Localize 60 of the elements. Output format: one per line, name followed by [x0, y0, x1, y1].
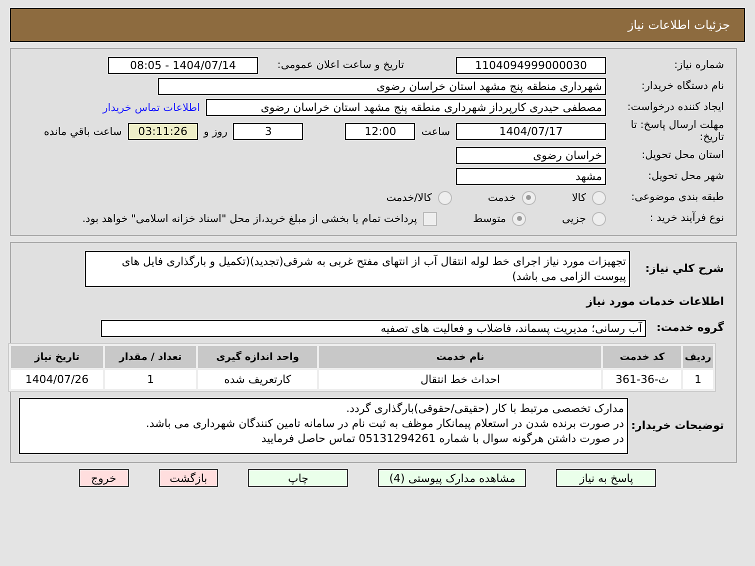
announce-date-field[interactable]: 1404/07/14 - 08:05 [108, 57, 258, 74]
field-label: توضیحات خریدار: [634, 420, 724, 432]
city-field[interactable]: مشهد [456, 168, 606, 186]
table-cell: 1 [683, 370, 713, 390]
column-header: نام خدمت [319, 346, 602, 368]
radio-button[interactable] [512, 212, 526, 226]
column-header: ردیف [683, 346, 713, 368]
radio-button[interactable] [438, 190, 452, 205]
action-button[interactable]: مشاهده مدارک پیوستی (4) [378, 469, 526, 488]
radio-button[interactable] [592, 212, 606, 226]
column-header: تاریخ نیاز [11, 346, 103, 368]
column-header: کد خدمت [603, 346, 681, 368]
days-field[interactable]: 3 [233, 123, 304, 140]
field-label: ایجاد کننده درخواست: [626, 102, 724, 114]
days-label: روز و [204, 126, 228, 138]
deadline-date-field[interactable]: 1404/07/17 [456, 123, 606, 140]
table-cell: کارتعریف شده [198, 370, 318, 390]
radio-label: کالا [572, 192, 586, 204]
radio-label: خدمت [488, 192, 516, 204]
field-label: شماره نیاز: [673, 60, 724, 72]
need-number-field[interactable]: 1104094999000030 [456, 57, 606, 74]
remaining-label: ساعت باقي مانده [44, 126, 122, 138]
column-header: تعداد / مقدار [104, 346, 196, 368]
radio-label: کالا/خدمت [386, 192, 432, 204]
field-label: شرح کلي نیاز: [644, 262, 724, 276]
table-cell: ث-36-361 [603, 370, 681, 390]
service-group-field[interactable]: آب رسانی؛ مدیریت پسماند، فاضلاب و فعالیت های تصفیه [101, 320, 646, 338]
table-cell: 1404/07/26 [11, 370, 103, 390]
remaining-time-field: 03:11:26 [128, 123, 198, 140]
field-label: تاریخ و ساعت اعلان عمومی: [276, 60, 404, 72]
radio-button[interactable] [522, 190, 536, 205]
contact-link[interactable]: اطلاعات تماس خریدار [102, 102, 200, 114]
action-button[interactable]: پاسخ به نیاز [556, 469, 656, 488]
action-button[interactable]: چاپ [248, 469, 348, 488]
field-label: استان محل تحویل: [640, 150, 724, 162]
time-label: ساعت [421, 126, 450, 138]
creator-field[interactable]: مصطفی حیدری کارپرداز شهرداری منطقه پنج مشهد استان خراسان رضوی [206, 99, 606, 116]
checkbox[interactable] [423, 212, 438, 226]
column-header: واحد اندازه گیری [198, 346, 318, 368]
radio-label: متوسط [473, 212, 506, 225]
radio-label: جزیی [562, 212, 586, 225]
table-cell: 1 [104, 370, 196, 390]
field-label: طبقه بندی موضوعی: [630, 192, 724, 204]
description-field[interactable]: تجهیزات مورد نیاز اجرای خط لوله انتقال آب از انتهای مفتح غربی به شرقی(تجدید)(تکمیل و بارگذاری فایل های پیوست الزامی می باشد) [85, 251, 630, 288]
buyer-field[interactable]: شهرداری منطقه پنج مشهد استان خراسان رضوی [158, 78, 606, 95]
table-cell: احداث خط انتقال [319, 370, 602, 390]
section-title: اطلاعات خدمات مورد نیاز [586, 295, 724, 308]
field-label: مهلت ارسال پاسخ: تا تاریخ: [630, 120, 724, 144]
field-label: گروه خدمت: [655, 322, 724, 335]
deadline-time-field[interactable]: 12:00 [345, 123, 416, 140]
page-title: جزئیات اطلاعات نیاز [628, 18, 730, 32]
field-label: نوع فرآیند خرید : [648, 212, 724, 224]
field-label: نام دستگاه خریدار: [640, 80, 724, 92]
action-button[interactable]: خروج [78, 469, 129, 488]
checkbox-label: پرداخت تمام یا بخشی از مبلغ خرید،از محل "اسناد خزانه اسلامی" خواهد بود. [82, 212, 418, 225]
field-label: شهر محل تحویل: [647, 170, 724, 182]
action-button[interactable]: بازگشت [158, 469, 218, 488]
buyer-notes-field[interactable]: مدارک تخصصی مرتبط با کار (حقیقی/حقوقی)بارگذاری گردد. در صورت برنده شدن در استعلام پیمانکار موظف به ثبت نام در سامانه تامین کنندگان شهرداری می باشد. در صورت داشتن هرگونه سوال با شماره 05131294261 تماس حاصل فرمایید [19, 398, 628, 454]
province-field[interactable]: خراسان رضوی [456, 147, 606, 164]
radio-button[interactable] [592, 190, 606, 205]
